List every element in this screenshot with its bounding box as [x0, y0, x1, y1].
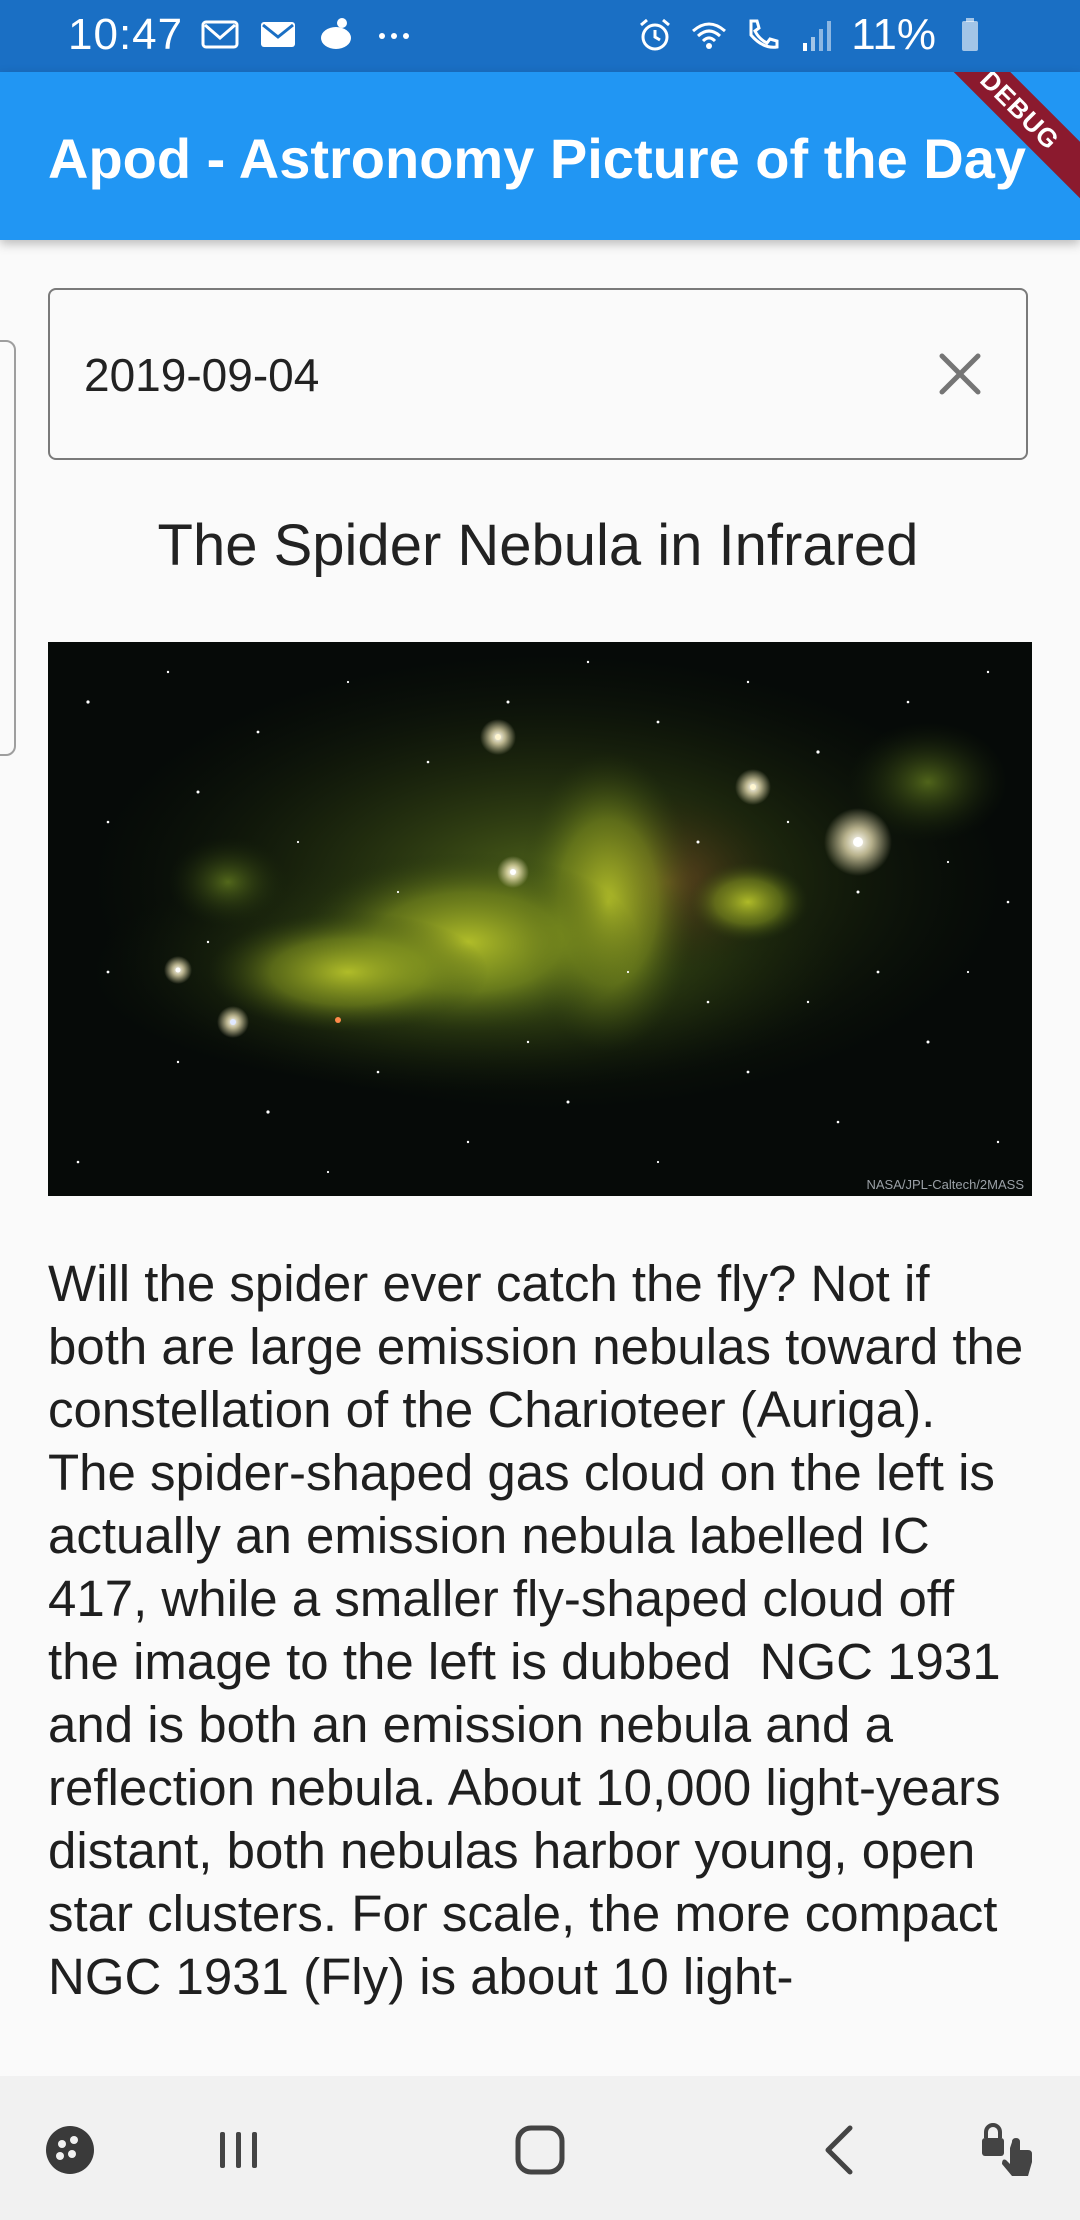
notification-app-icon: [321, 18, 351, 49]
gmail-icon: [201, 20, 239, 49]
close-icon[interactable]: [928, 342, 992, 406]
status-time: 10:47: [68, 10, 184, 59]
date-input-field[interactable]: 2019-09-04: [48, 288, 1028, 460]
date-input-value[interactable]: 2019-09-04: [84, 348, 319, 402]
alarm-icon: [640, 18, 671, 51]
app-bar: Apod - Astronomy Picture of the Day DEBU…: [0, 72, 1080, 240]
signal-icon: [803, 21, 832, 51]
apod-image[interactable]: NASA/JPL-Caltech/2MASS: [48, 642, 1032, 1196]
apod-title: The Spider Nebula in Infrared: [157, 513, 919, 578]
image-credit: NASA/JPL-Caltech/2MASS: [866, 1177, 1024, 1192]
game-launcher-icon[interactable]: [38, 2118, 102, 2182]
apod-explanation: Will the spider ever catch the fly? Not …: [48, 1255, 1038, 2005]
status-bar: 10:47 11%: [0, 0, 1080, 72]
touch-lock-icon[interactable]: [976, 2118, 1040, 2182]
wifi-icon: [692, 22, 727, 49]
back-icon[interactable]: [810, 2118, 874, 2182]
drawer-edge-handle[interactable]: [0, 340, 16, 756]
battery-percent: 11%: [851, 10, 936, 59]
home-icon[interactable]: [508, 2118, 572, 2182]
spider-nebula-image: [48, 642, 1032, 1196]
status-system-icons: 11%: [635, 10, 990, 60]
recent-apps-icon[interactable]: [206, 2118, 270, 2182]
status-notification-icons: [200, 14, 414, 54]
battery-icon: [962, 18, 978, 51]
mail-icon: [261, 22, 295, 47]
app-title: Apod - Astronomy Picture of the Day: [48, 127, 1027, 190]
more-dots-icon: [379, 33, 409, 39]
navigation-bar: [0, 2076, 1080, 2220]
wifi-calling-icon: [749, 19, 779, 49]
